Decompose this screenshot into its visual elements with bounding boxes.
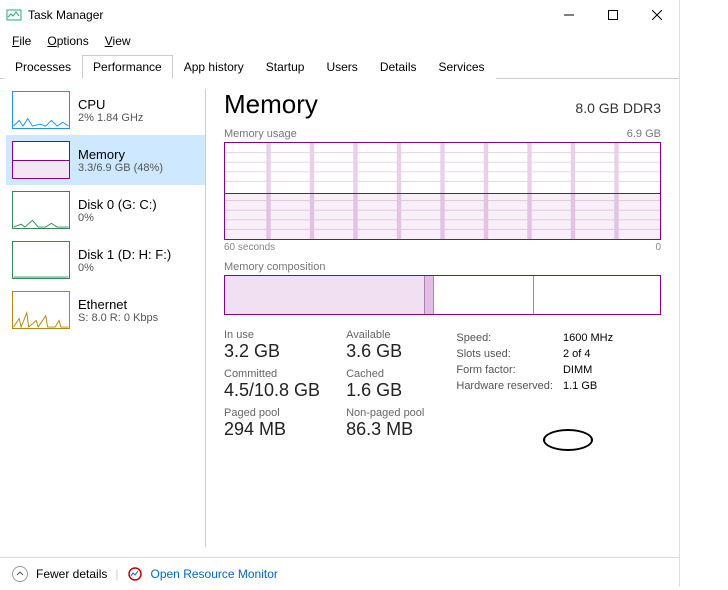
composition-label: Memory composition xyxy=(224,261,325,273)
memory-capacity: 8.0 GB DDR3 xyxy=(575,100,661,116)
chevron-up-icon[interactable] xyxy=(12,566,28,582)
detail-value: 1.1 GB xyxy=(563,379,621,393)
footer: Fewer details | Open Resource Monitor xyxy=(0,557,679,590)
sidebar: CPU 2% 1.84 GHz Memory 3.3/6.9 GB (48%) xyxy=(0,79,205,557)
fewer-details-link[interactable]: Fewer details xyxy=(36,567,107,581)
tab-services[interactable]: Services xyxy=(428,55,496,79)
minimize-button[interactable] xyxy=(547,0,591,30)
menubar: File Options View xyxy=(0,30,679,52)
titlebar: Task Manager xyxy=(0,0,679,30)
tab-details[interactable]: Details xyxy=(369,55,428,79)
disk-thumbnail xyxy=(12,191,70,229)
detail-label: Hardware reserved: xyxy=(456,379,561,393)
sidebar-item-memory[interactable]: Memory 3.3/6.9 GB (48%) xyxy=(6,135,205,185)
stat-label: Committed xyxy=(224,368,320,380)
menu-options[interactable]: Options xyxy=(41,32,94,50)
stat-label: In use xyxy=(224,329,320,341)
sidebar-item-label: Ethernet xyxy=(78,297,158,312)
page-title: Memory xyxy=(224,89,318,120)
sidebar-item-label: Disk 1 (D: H: F:) xyxy=(78,247,171,262)
axis-left: 60 seconds xyxy=(224,242,275,253)
sidebar-item-cpu[interactable]: CPU 2% 1.84 GHz xyxy=(6,85,205,135)
tab-processes[interactable]: Processes xyxy=(4,55,82,79)
sidebar-item-sub: 2% 1.84 GHz xyxy=(78,112,143,124)
sidebar-item-sub: 3.3/6.9 GB (48%) xyxy=(78,162,163,174)
close-button[interactable] xyxy=(635,0,679,30)
sidebar-item-sub: 0% xyxy=(78,262,171,274)
tab-bar: Processes Performance App history Startu… xyxy=(0,54,679,79)
usage-max: 6.9 GB xyxy=(627,128,661,140)
sidebar-item-ethernet[interactable]: Ethernet S: 8.0 R: 0 Kbps xyxy=(6,285,205,335)
stat-label: Paged pool xyxy=(224,407,320,419)
axis-right: 0 xyxy=(655,242,661,253)
disk-thumbnail xyxy=(12,241,70,279)
tab-app-history[interactable]: App history xyxy=(173,55,255,79)
stat-value: 86.3 MB xyxy=(346,419,424,440)
detail-value: DIMM xyxy=(563,363,621,377)
sidebar-item-sub: S: 8.0 R: 0 Kbps xyxy=(78,312,158,324)
menu-view[interactable]: View xyxy=(99,32,137,50)
detail-label: Speed: xyxy=(456,331,561,345)
stat-label: Cached xyxy=(346,368,424,380)
detail-label: Form factor: xyxy=(456,363,561,377)
maximize-button[interactable] xyxy=(591,0,635,30)
sidebar-item-label: CPU xyxy=(78,97,143,112)
sidebar-item-disk0[interactable]: Disk 0 (G: C:) 0% xyxy=(6,185,205,235)
tab-startup[interactable]: Startup xyxy=(255,55,316,79)
memory-usage-chart xyxy=(224,142,661,240)
stat-value: 3.2 GB xyxy=(224,341,320,362)
menu-file[interactable]: File xyxy=(6,32,37,50)
usage-label: Memory usage xyxy=(224,128,297,140)
sidebar-item-label: Memory xyxy=(78,147,163,162)
main-panel: Memory 8.0 GB DDR3 Memory usage 6.9 GB 6… xyxy=(206,79,679,557)
resource-monitor-icon xyxy=(127,566,143,582)
sidebar-item-disk1[interactable]: Disk 1 (D: H: F:) 0% xyxy=(6,235,205,285)
stat-value: 4.5/10.8 GB xyxy=(224,380,320,401)
cpu-thumbnail xyxy=(12,91,70,129)
stat-value: 294 MB xyxy=(224,419,320,440)
stat-label: Non-paged pool xyxy=(346,407,424,419)
open-resource-monitor-link[interactable]: Open Resource Monitor xyxy=(151,567,278,581)
detail-value: 1600 MHz xyxy=(563,331,621,345)
memory-thumbnail xyxy=(12,141,70,179)
stats-grid: In use3.2 GB Available3.6 GB Committed4.… xyxy=(224,329,424,440)
sidebar-item-sub: 0% xyxy=(78,212,157,224)
memory-composition-chart xyxy=(224,275,661,315)
stat-value: 1.6 GB xyxy=(346,380,424,401)
detail-label: Slots used: xyxy=(456,347,561,361)
detail-value: 2 of 4 xyxy=(563,347,621,361)
stat-label: Available xyxy=(346,329,424,341)
sidebar-item-label: Disk 0 (G: C:) xyxy=(78,197,157,212)
tab-performance[interactable]: Performance xyxy=(82,55,173,79)
tab-users[interactable]: Users xyxy=(315,55,368,79)
stat-value: 3.6 GB xyxy=(346,341,424,362)
task-manager-icon xyxy=(6,7,22,23)
separator: | xyxy=(115,567,118,581)
details-table: Speed:1600 MHz Slots used:2 of 4 Form fa… xyxy=(454,329,623,440)
ethernet-thumbnail xyxy=(12,291,70,329)
window-title: Task Manager xyxy=(28,8,547,22)
